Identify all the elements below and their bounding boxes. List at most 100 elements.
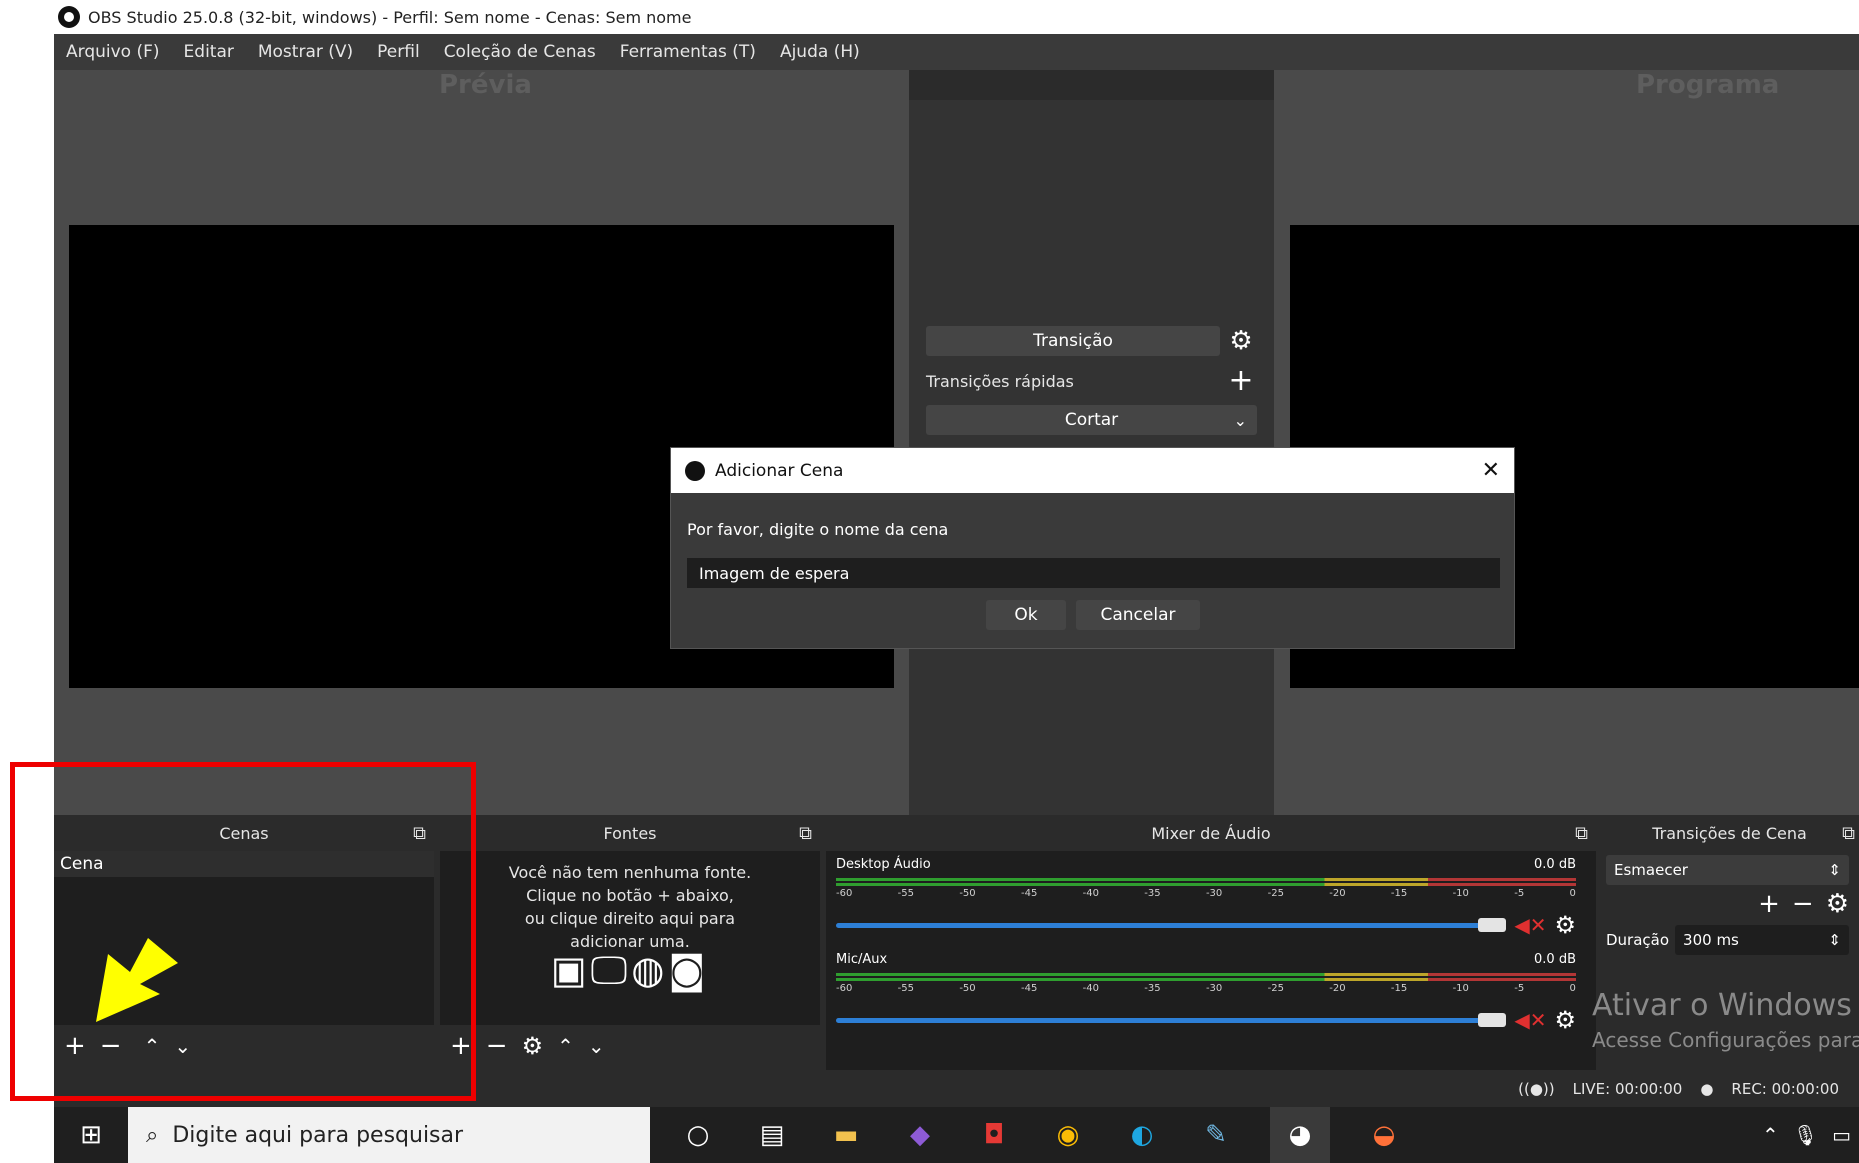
menu-ajuda[interactable]: Ajuda (H) bbox=[780, 42, 860, 62]
sources-toolbar: + − ⚙ ⌃ ⌄ bbox=[440, 1025, 820, 1067]
image-icon: ▣ bbox=[550, 948, 591, 992]
track-gear-icon[interactable]: ⚙ bbox=[1554, 911, 1576, 939]
edge-icon[interactable]: ◐ bbox=[1122, 1115, 1162, 1155]
chrome-icon[interactable]: ◉ bbox=[1048, 1115, 1088, 1155]
taskbar-apps: ○ ▤ ▬ ◆ ◘ ◉ ◐ ✎ ◕ ◒ bbox=[650, 1107, 1404, 1163]
sources-dock-header: Fontes ⧉ bbox=[440, 815, 820, 851]
menu-mostrar[interactable]: Mostrar (V) bbox=[258, 42, 353, 62]
file-explorer-icon[interactable]: ▬ bbox=[826, 1115, 866, 1155]
cortana-icon[interactable]: ○ bbox=[678, 1115, 718, 1155]
volume-slider[interactable] bbox=[836, 917, 1507, 932]
volume-meter bbox=[836, 973, 1576, 976]
taskbar-search[interactable]: ⌕ Digite aqui para pesquisar bbox=[128, 1107, 650, 1163]
window-titlebar: OBS Studio 25.0.8 (32-bit, windows) - Pe… bbox=[54, 0, 1859, 34]
menu-ferramentas[interactable]: Ferramentas (T) bbox=[620, 42, 756, 62]
sources-empty-line: Você não tem nenhuma fonte. bbox=[508, 863, 752, 882]
chevron-down-icon: ⌄ bbox=[1233, 410, 1247, 430]
cut-button[interactable]: Cortar ⌄ bbox=[926, 405, 1257, 435]
volume-meter bbox=[836, 978, 1576, 981]
audio-mixer-dock: Mixer de Áudio ⧉ Desktop Áudio 0.0 dB -60… bbox=[826, 815, 1596, 1070]
app-red-icon[interactable]: ◘ bbox=[974, 1115, 1014, 1155]
window-title: OBS Studio 25.0.8 (32-bit, windows) - Pe… bbox=[88, 7, 692, 27]
transition-select-value: Esmaecer bbox=[1614, 861, 1688, 879]
volume-slider-handle[interactable] bbox=[1478, 917, 1507, 932]
scene-name-input[interactable] bbox=[687, 558, 1500, 588]
remove-transition-icon[interactable]: − bbox=[1792, 889, 1814, 919]
chevron-up-icon[interactable]: ⌃ bbox=[1762, 1123, 1779, 1147]
track-gear-icon[interactable]: ⚙ bbox=[1554, 1006, 1576, 1034]
obs-taskbar-icon[interactable]: ◕ bbox=[1270, 1107, 1330, 1163]
duration-label: Duração bbox=[1606, 931, 1670, 949]
source-settings-gear-icon[interactable]: ⚙ bbox=[522, 1032, 544, 1060]
add-transition-icon[interactable]: + bbox=[1758, 889, 1780, 919]
meter-ticks: -60 -55 -50 -45 -40 -35 -30 -25 -20 -15 -10 -5 0 bbox=[836, 888, 1576, 899]
audio-mixer-header: Mixer de Áudio ⧉ bbox=[826, 815, 1596, 851]
sources-list[interactable]: Você não tem nenhuma fonte. Clique no bo… bbox=[440, 851, 820, 1025]
app-diamond-icon[interactable]: ◆ bbox=[900, 1115, 940, 1155]
search-icon: ⌕ bbox=[146, 1122, 159, 1148]
activation-watermark-subtitle: Acesse Configurações para bbox=[1592, 1028, 1859, 1052]
transition-toolbar: + − ⚙ bbox=[1600, 889, 1859, 919]
paint-icon[interactable]: ✎ bbox=[1196, 1115, 1236, 1155]
mixer-track: Desktop Áudio 0.0 dB -60 -55 -50 -45 -40 -35 -3… bbox=[836, 857, 1576, 952]
track-name: Mic/Aux bbox=[836, 952, 888, 967]
volume-slider[interactable] bbox=[836, 1012, 1507, 1027]
undock-icon[interactable]: ⧉ bbox=[1575, 823, 1588, 844]
volume-meter bbox=[836, 883, 1576, 886]
network-icon[interactable]: ▭ bbox=[1832, 1123, 1851, 1147]
windows-start-icon[interactable]: ⊞ bbox=[54, 1115, 128, 1155]
microphone-icon[interactable]: 🎙 bbox=[1793, 1123, 1818, 1147]
task-view-icon[interactable]: ▤ bbox=[752, 1115, 792, 1155]
transition-button[interactable]: Transição bbox=[926, 326, 1220, 356]
muted-speaker-icon[interactable]: ◀✕ bbox=[1514, 1008, 1546, 1032]
dialog-prompt: Por favor, digite o nome da cena bbox=[687, 520, 949, 539]
display-icon: 🖵 bbox=[590, 948, 632, 992]
preview-label: Prévia bbox=[439, 70, 532, 100]
close-icon[interactable]: ✕ bbox=[1482, 458, 1500, 483]
transition-gear-icon[interactable]: ⚙ bbox=[1826, 889, 1849, 919]
duration-value: 300 ms bbox=[1683, 931, 1739, 949]
quick-transitions-label: Transições rápidas bbox=[926, 372, 1074, 391]
menu-bar: Arquivo (F) Editar Mostrar (V) Perfil Co… bbox=[54, 34, 1859, 70]
transition-gear-icon[interactable]: ⚙ bbox=[1226, 326, 1256, 356]
firefox-icon[interactable]: ◒ bbox=[1364, 1115, 1404, 1155]
scene-transitions-title: Transições de Cena bbox=[1652, 823, 1807, 843]
sources-dock: Fontes ⧉ Você não tem nenhuma fonte. Cli… bbox=[440, 815, 820, 1070]
transition-select[interactable]: Esmaecer ⇕ bbox=[1606, 855, 1849, 885]
menu-colecao-de-cenas[interactable]: Coleção de Cenas bbox=[444, 42, 596, 62]
undock-icon[interactable]: ⧉ bbox=[1842, 823, 1855, 844]
move-down-icon[interactable]: ⌄ bbox=[588, 1034, 605, 1058]
rec-indicator-icon: ● bbox=[1700, 1079, 1714, 1098]
track-db: 0.0 dB bbox=[1534, 857, 1576, 872]
ok-button[interactable]: Ok bbox=[986, 600, 1066, 630]
volume-meter bbox=[836, 878, 1576, 881]
add-scene-dialog: Adicionar Cena ✕ Por favor, digite o nom… bbox=[670, 447, 1515, 649]
add-quick-transition-icon[interactable]: + bbox=[1226, 364, 1256, 398]
audio-mixer-title: Mixer de Áudio bbox=[1151, 823, 1271, 843]
menu-arquivo[interactable]: Arquivo (F) bbox=[66, 42, 160, 62]
cut-button-label: Cortar bbox=[1064, 410, 1119, 430]
volume-slider-handle[interactable] bbox=[1478, 1012, 1507, 1027]
muted-speaker-icon[interactable]: ◀✕ bbox=[1514, 913, 1546, 937]
menu-perfil[interactable]: Perfil bbox=[377, 42, 420, 62]
live-indicator-icon: ((●)) bbox=[1518, 1079, 1555, 1098]
obs-logo-icon bbox=[685, 460, 705, 481]
program-label: Programa bbox=[1636, 70, 1780, 100]
move-up-icon[interactable]: ⌃ bbox=[557, 1034, 574, 1058]
track-name: Desktop Áudio bbox=[836, 857, 931, 872]
dialog-title: Adicionar Cena bbox=[715, 460, 844, 481]
undock-icon[interactable]: ⧉ bbox=[799, 823, 812, 844]
spin-arrows-icon[interactable]: ⇕ bbox=[1828, 931, 1841, 949]
yellow-arrow-icon bbox=[96, 938, 178, 1022]
globe-icon: ◍ bbox=[631, 948, 669, 992]
menu-editar[interactable]: Editar bbox=[184, 42, 234, 62]
duration-spinbox[interactable]: 300 ms ⇕ bbox=[1675, 925, 1849, 955]
duration-row: Duração 300 ms ⇕ bbox=[1606, 925, 1849, 955]
live-time: LIVE: 00:00:00 bbox=[1572, 1079, 1683, 1098]
cancel-button[interactable]: Cancelar bbox=[1076, 600, 1200, 630]
rec-time: REC: 00:00:00 bbox=[1731, 1079, 1839, 1098]
remove-source-icon[interactable]: − bbox=[486, 1031, 508, 1061]
spin-arrows-icon: ⇕ bbox=[1828, 861, 1841, 879]
camera-icon: ◙ bbox=[668, 948, 710, 992]
dialog-titlebar: Adicionar Cena ✕ bbox=[671, 448, 1514, 493]
